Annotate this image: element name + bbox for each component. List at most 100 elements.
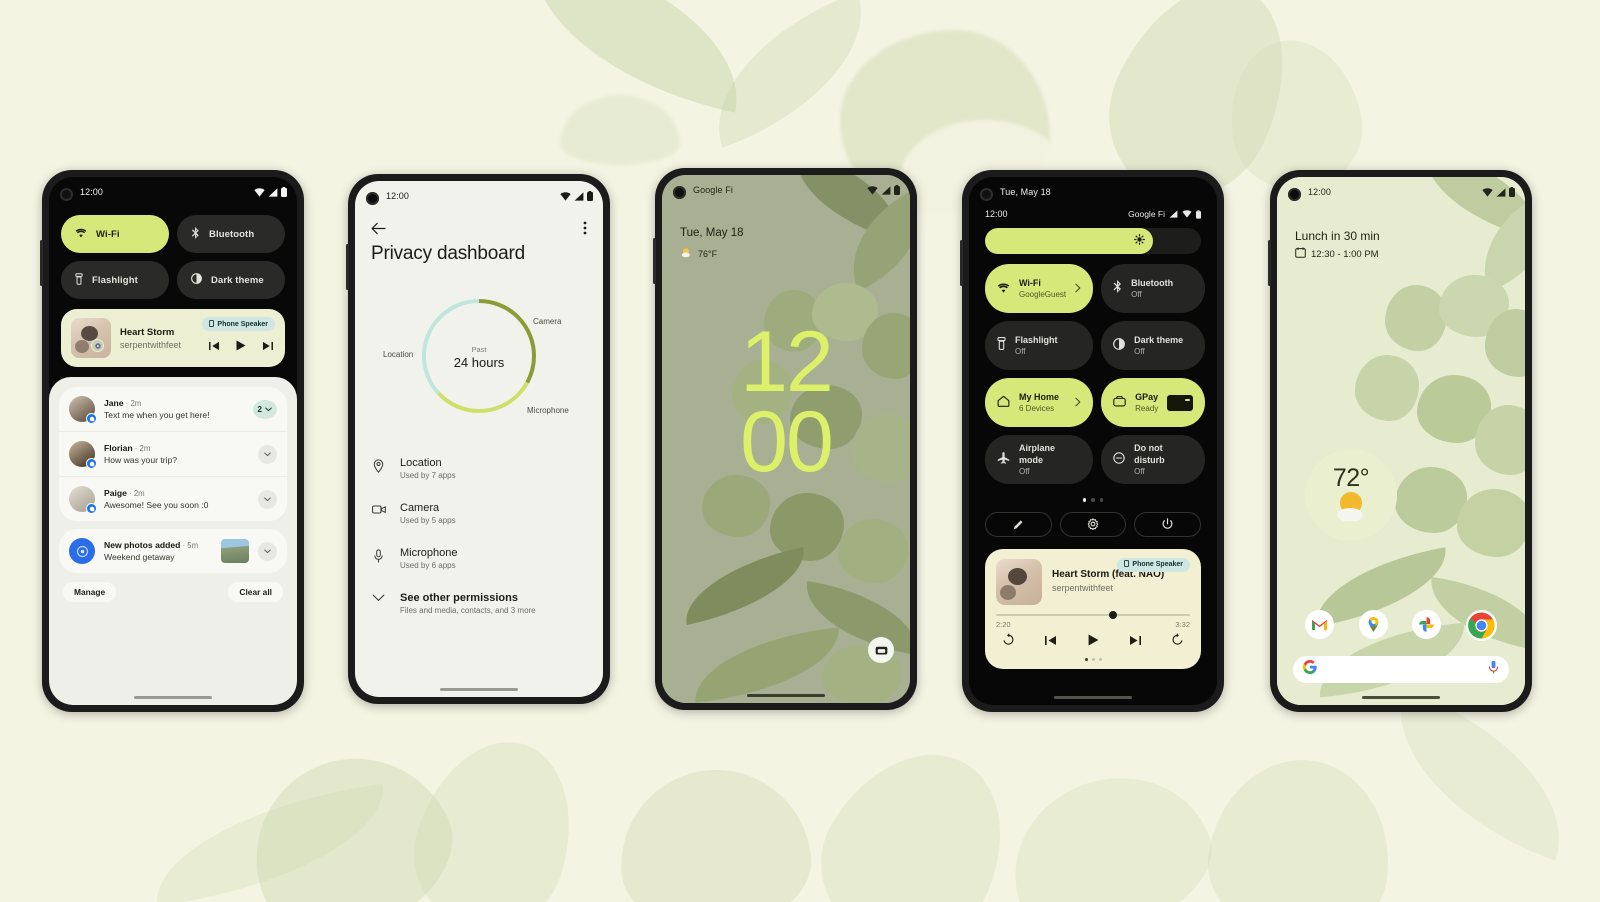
tile-flashlight[interactable]: Flashlight xyxy=(61,261,169,299)
app-icon-maps[interactable] xyxy=(1358,610,1388,639)
chevron-right-icon[interactable] xyxy=(1075,280,1081,298)
nav-gesture-pill[interactable] xyxy=(1054,695,1132,699)
wifi-icon xyxy=(560,191,571,201)
wallet-button[interactable] xyxy=(868,637,894,663)
tile-bluetooth[interactable]: Bluetooth Off xyxy=(1101,264,1206,313)
microphone-icon[interactable] xyxy=(1488,660,1499,679)
quick-settings-header: 12:00 Google Fi xyxy=(969,209,1217,219)
messages-app-icon xyxy=(86,413,97,424)
tile-airplane-mode[interactable]: Airplane mode Off xyxy=(985,435,1094,484)
manage-button[interactable]: Manage xyxy=(63,582,117,602)
glance-title: Lunch in 30 min xyxy=(1295,229,1380,243)
at-a-glance-widget[interactable]: Lunch in 30 min 12:30 - 1:00 PM xyxy=(1295,229,1380,261)
notification-row[interactable]: Jane · 2m Text me when you get here! 2 xyxy=(59,387,287,431)
chevron-right-icon[interactable] xyxy=(1075,394,1081,412)
settings-button[interactable] xyxy=(1059,511,1127,537)
tile-my-home[interactable]: My Home 6 Devices xyxy=(985,378,1094,427)
camera-icon xyxy=(371,502,386,515)
messages-notification-group: Jane · 2m Text me when you get here! 2 Flo… xyxy=(59,387,287,521)
more-vertical-icon[interactable] xyxy=(583,221,587,240)
signal-icon xyxy=(1169,210,1178,218)
camera-punch-hole xyxy=(980,188,993,201)
next-icon[interactable] xyxy=(1129,633,1141,651)
media-elapsed: 2:20 xyxy=(996,619,1011,629)
tile-gpay[interactable]: GPay Ready xyxy=(1101,378,1206,427)
tile-label: Do not disturb xyxy=(1134,443,1165,465)
output-switcher-chip[interactable]: Phone Speaker xyxy=(1117,557,1190,572)
next-icon[interactable] xyxy=(262,338,273,356)
clear-all-button[interactable]: Clear all xyxy=(228,582,283,602)
power-button[interactable] xyxy=(1134,511,1202,537)
tile-dark-theme[interactable]: Dark theme Off xyxy=(1101,321,1206,370)
page-title: Privacy dashboard xyxy=(371,243,525,264)
nav-gesture-pill[interactable] xyxy=(134,695,212,699)
photos-notification-card[interactable]: New photos added · 5m Weekend getaway xyxy=(59,529,287,573)
permission-row-microphone[interactable]: Microphone Used by 6 apps xyxy=(371,536,587,581)
forward-10-icon[interactable] xyxy=(1171,632,1184,651)
notification-row[interactable]: Florian · 2m How was your trip? xyxy=(59,431,287,476)
play-icon[interactable] xyxy=(1088,633,1099,651)
nav-gesture-pill[interactable] xyxy=(440,687,518,691)
tile-bluetooth[interactable]: Bluetooth xyxy=(177,215,285,253)
status-bar: Google Fi xyxy=(662,175,910,205)
notification-expand[interactable] xyxy=(258,489,277,509)
permission-row-location[interactable]: Location Used by 7 apps xyxy=(371,446,587,491)
page-dot[interactable] xyxy=(1091,498,1095,502)
app-icon-chrome[interactable] xyxy=(1465,610,1497,641)
edit-tiles-button[interactable] xyxy=(985,511,1052,537)
notification-expand-with-count[interactable]: 2 xyxy=(252,399,277,419)
see-other-permissions-row[interactable]: See other permissions Files and media, c… xyxy=(371,581,587,626)
screen-quick-settings: Tue, May 18 12:00 Google Fi Wi-Fi Google… xyxy=(969,177,1217,705)
notification-expand[interactable] xyxy=(258,541,277,561)
notification-time: 2m xyxy=(130,399,142,408)
notification-expand[interactable] xyxy=(258,444,277,464)
brightness-slider[interactable] xyxy=(969,228,1217,254)
tile-wifi[interactable]: Wi-Fi xyxy=(61,215,169,253)
page-dot-active[interactable] xyxy=(1082,498,1087,502)
app-icon-photos[interactable] xyxy=(1412,610,1442,639)
page-dot[interactable] xyxy=(1099,498,1104,502)
wallpaper-flower xyxy=(1385,285,1447,351)
wallpaper-flower xyxy=(838,519,908,583)
google-g-icon xyxy=(1302,660,1317,679)
page-dot[interactable] xyxy=(1098,657,1102,661)
page-dot[interactable] xyxy=(1091,657,1095,661)
media-page-indicator[interactable] xyxy=(996,657,1190,661)
media-seek-bar[interactable] xyxy=(996,610,1190,619)
tile-wifi[interactable]: Wi-Fi GoogleGuest xyxy=(985,264,1094,313)
output-switcher-chip[interactable]: Phone Speaker xyxy=(202,317,275,331)
tile-dark-theme[interactable]: Dark theme xyxy=(177,261,285,299)
bluetooth-icon xyxy=(191,226,200,242)
chevron-down-icon xyxy=(264,497,271,501)
wallpaper-leaf xyxy=(689,627,845,703)
rewind-10-icon[interactable] xyxy=(1002,632,1015,651)
avatar xyxy=(69,396,97,424)
quick-tiles-row-1: Wi-Fi Bluetooth xyxy=(49,215,297,253)
media-player-card[interactable]: Heart Storm serpentwithfeet Phone Speake… xyxy=(61,309,285,367)
play-icon[interactable] xyxy=(236,338,246,356)
permission-row-camera[interactable]: Camera Used by 5 apps xyxy=(371,491,587,536)
screen-home: 12:00 Lunch in 30 min 12:30 - 1:00 PM 72… xyxy=(1277,177,1525,705)
page-dot-active[interactable] xyxy=(1084,657,1088,661)
app-icon-gmail[interactable] xyxy=(1305,610,1335,639)
previous-icon[interactable] xyxy=(209,338,220,356)
media-player-card[interactable]: Phone Speaker Heart Storm (feat. NAO) se… xyxy=(985,548,1201,669)
previous-icon[interactable] xyxy=(1045,633,1057,651)
tile-label: GPay xyxy=(1135,391,1159,402)
back-arrow-icon[interactable] xyxy=(371,222,386,240)
seek-knob[interactable] xyxy=(1108,610,1117,619)
camera-punch-hole xyxy=(1288,188,1301,201)
payment-card-icon xyxy=(1167,394,1194,411)
nav-gesture-pill[interactable] xyxy=(747,693,825,697)
brightness-track[interactable] xyxy=(985,228,1201,254)
do-not-disturb-icon xyxy=(1113,451,1125,469)
tile-do-not-disturb[interactable]: Do not disturb Off xyxy=(1101,435,1206,484)
notification-sender: New photos added xyxy=(104,540,181,550)
brightness-fill xyxy=(985,228,1154,254)
notification-row[interactable]: New photos added · 5m Weekend getaway xyxy=(59,529,287,573)
nav-gesture-pill[interactable] xyxy=(1362,695,1440,699)
google-search-bar[interactable] xyxy=(1293,656,1509,683)
weather-widget[interactable]: 72° xyxy=(1305,449,1397,541)
tile-flashlight[interactable]: Flashlight Off xyxy=(985,321,1094,370)
notification-row[interactable]: Paige · 2m Awesome! See you soon :0 xyxy=(59,476,287,521)
